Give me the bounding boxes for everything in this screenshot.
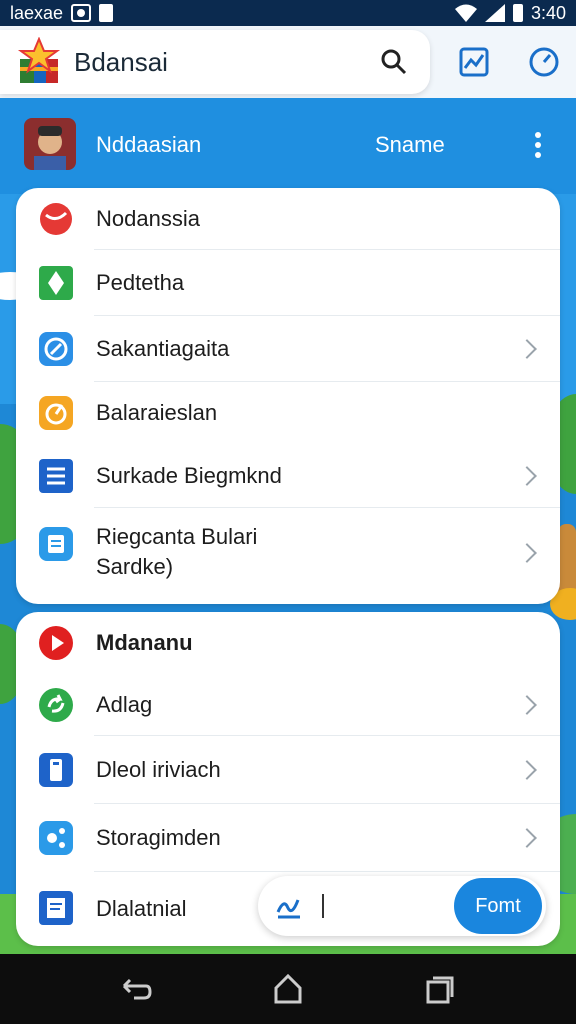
camera-notification-icon [71,4,92,22]
back-icon[interactable] [116,972,156,1006]
chart-button[interactable] [454,42,494,82]
menu-item-label: Sakantiagaita [96,336,230,361]
chevron-right-icon [517,466,537,486]
battery-icon [512,4,523,22]
chevron-right-icon [517,695,537,715]
menu-item-adlag[interactable]: Adlag [16,674,560,736]
menu-item-label: Dlalatnial [96,896,187,921]
share-icon [38,820,74,856]
chevron-right-icon [517,828,537,848]
phone-device-icon [38,752,74,788]
menu-item-dleol-iriviach[interactable]: Dleol iriviach [16,736,560,804]
composer-bar[interactable]: Fomt [258,876,546,936]
menu-item-mdananu[interactable]: Mdananu [16,612,560,674]
profile-header: Nddaasian Sname [0,98,576,194]
menu-item-label: Riegcanta Bulari [96,524,258,549]
menu-card-primary: Nodanssia Pedtetha Sakantiagaita Balarai… [16,188,560,604]
clipboard-icon [38,526,74,562]
play-icon [38,625,74,661]
search-bar[interactable]: Bdansai [0,30,430,94]
orange-target-icon [38,395,74,431]
status-bar: laexae 3:40 [0,0,576,26]
menu-item-label: Dleol iriviach [96,757,221,782]
menu-item-label: Storagimden [96,825,221,850]
trend-chart-icon [459,47,489,77]
handwriting-icon[interactable] [274,890,306,922]
profile-action-link[interactable]: Sname [375,132,445,158]
menu-item-label: Balaraieslan [96,400,218,425]
menu-item-balaraieslan[interactable]: Balaraieslan [16,382,560,444]
menu-item-label: Nodanssia [96,206,200,231]
green-refresh-icon [38,687,74,723]
composer-submit-button[interactable]: Fomt [454,878,542,934]
timer-button[interactable] [524,42,564,82]
status-time: 3:40 [530,2,566,23]
menu-item-nodanssia[interactable]: Nodanssia [16,188,560,250]
chevron-right-icon [517,339,537,359]
menu-item-surkade-biegmknd[interactable]: Surkade Biegmknd [16,444,560,508]
menu-item-pedtetha[interactable]: Pedtetha [16,250,560,316]
avatar[interactable] [24,118,76,170]
clock-icon [529,47,559,77]
search-icon[interactable] [380,48,408,76]
document-list-icon [38,458,74,494]
more-options-icon[interactable] [528,130,548,160]
menu-item-riegcanta-bulari[interactable]: Riegcanta Bulari Sardke) [16,508,560,604]
menu-item-storagimden[interactable]: Storagimden [16,804,560,872]
text-cursor [322,894,324,918]
app-logo-icon [16,36,62,87]
wifi-icon [454,4,477,22]
sim-card-icon [99,4,114,22]
green-diamond-icon [38,265,74,301]
home-icon[interactable] [268,972,308,1006]
app-bar: Bdansai [0,26,576,98]
status-left-text: laexae [10,2,64,23]
compass-icon [38,331,74,367]
red-bird-icon [38,201,74,237]
recents-icon[interactable] [420,972,460,1006]
profile-name: Nddaasian [96,132,202,157]
menu-item-label: Pedtetha [96,270,185,295]
chevron-right-icon [517,760,537,780]
section-title: Mdananu [96,630,193,655]
menu-item-sublabel: Sardke) [96,554,174,579]
note-edit-icon [38,890,74,926]
app-title: Bdansai [74,46,168,77]
signal-icon [484,4,505,22]
menu-item-sakantiagaita[interactable]: Sakantiagaita [16,316,560,382]
chevron-right-icon [517,543,537,563]
menu-item-label: Adlag [96,692,153,717]
system-nav-bar [0,954,576,1024]
menu-item-label: Surkade Biegmknd [96,463,282,488]
